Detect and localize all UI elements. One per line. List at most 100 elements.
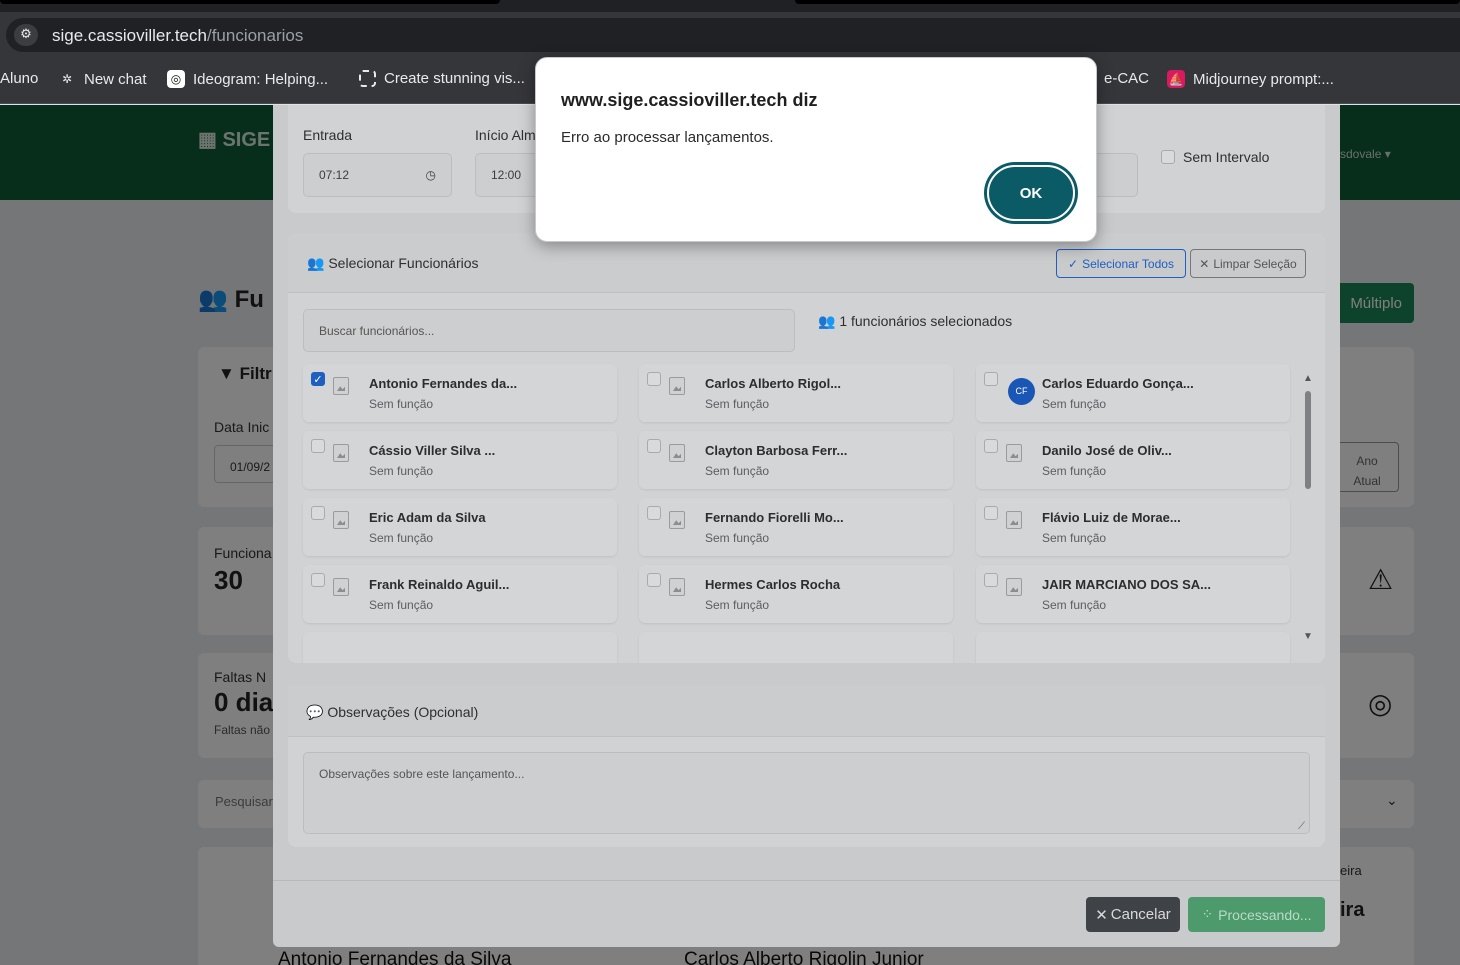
selecionar-todos-button[interactable]: ✓ Selecionar Todos xyxy=(1056,249,1186,278)
broken-image-icon xyxy=(1006,511,1022,529)
ok-button[interactable]: OK xyxy=(987,165,1075,221)
bookmark-ecac[interactable]: e-CAC xyxy=(1104,70,1149,87)
employee-option[interactable]: CF Carlos Eduardo Gonça... Sem função xyxy=(976,364,1290,422)
ideogram-icon: ◎ xyxy=(167,70,185,88)
employee-checkbox[interactable] xyxy=(984,439,998,453)
scroll-down-icon[interactable]: ▼ xyxy=(1303,631,1313,642)
employee-name: Flávio Luiz de Morae... xyxy=(1042,510,1181,525)
bookmark-label: New chat xyxy=(84,70,147,88)
employee-checkbox[interactable] xyxy=(984,506,998,520)
inicio-almoco-value: 12:00 xyxy=(491,168,522,182)
employee-role: Sem função xyxy=(705,464,770,478)
broken-image-icon xyxy=(333,377,349,395)
employee-checkbox[interactable] xyxy=(647,506,661,520)
inicio-almoco-label: Início Alm xyxy=(475,127,536,143)
employee-role: Sem função xyxy=(369,464,434,478)
bookmark-label: Ideogram: Helping... xyxy=(193,70,329,88)
employee-option[interactable]: JAIR MARCIANO DOS SA... Sem função xyxy=(976,565,1290,623)
employee-name: Eric Adam da Silva xyxy=(369,510,486,525)
employee-role: Sem função xyxy=(369,531,434,545)
avatar: CF xyxy=(1008,378,1035,405)
clock-icon[interactable]: ◷ xyxy=(426,168,436,182)
employee-role: Sem função xyxy=(705,598,770,612)
observacoes-card: 💬 Observações (Opcional) Observações sob… xyxy=(288,685,1325,847)
employee-name: Fernando Fiorelli Mo... xyxy=(705,510,844,525)
alert-message: Erro ao processar lançamentos. xyxy=(561,129,774,146)
bookmark-midjourney[interactable]: ⛵ Midjourney prompt:... xyxy=(1167,70,1334,88)
select-title-label: Selecionar Funcionários xyxy=(328,255,479,271)
address-bar[interactable]: ⚙ sige.cassioviller.tech/funcionarios xyxy=(6,18,1460,52)
observacoes-textarea[interactable]: Observações sobre este lançamento... ⟋ xyxy=(303,752,1310,834)
card-header: 👥 Selecionar Funcionários ✓ Selecionar To… xyxy=(288,233,1325,293)
browser-toolbar: ⚙ sige.cassioviller.tech/funcionarios xyxy=(0,12,1460,54)
employee-checkbox[interactable]: ✓ xyxy=(311,372,325,386)
comment-icon: 💬 xyxy=(306,704,324,720)
browser-tab[interactable] xyxy=(0,0,500,4)
employee-option[interactable]: Flávio Luiz de Morae... Sem função xyxy=(976,498,1290,556)
url-host: sige.cassioviller.tech xyxy=(52,26,207,45)
broken-image-icon xyxy=(669,444,685,462)
selected-count: 👥 1 funcionários selecionados xyxy=(818,313,1012,330)
site-settings-icon[interactable]: ⚙ xyxy=(14,24,38,46)
broken-image-icon xyxy=(1006,444,1022,462)
employee-checkbox[interactable] xyxy=(311,506,325,520)
entrada-value: 07:12 xyxy=(319,168,350,182)
bookmark-create-stunning[interactable]: Create stunning vis... xyxy=(359,70,525,87)
buscar-funcionarios-input[interactable]: Buscar funcionários... xyxy=(303,309,795,352)
employee-option[interactable]: Frank Reinaldo Aguil... Sem função xyxy=(303,565,617,623)
bookmark-ideogram[interactable]: ◎ Ideogram: Helping... xyxy=(167,70,328,88)
limpar-selecao-button[interactable]: ✕ Limpar Seleção xyxy=(1190,249,1306,278)
employee-option[interactable] xyxy=(639,632,953,663)
processando-button[interactable]: ⁘ Processando... xyxy=(1188,897,1325,932)
employee-option[interactable] xyxy=(303,632,617,663)
broken-image-icon xyxy=(1006,578,1022,596)
employee-checkbox[interactable] xyxy=(311,439,325,453)
select-title: 👥 Selecionar Funcionários xyxy=(307,255,479,272)
cancelar-button[interactable]: ✕ Cancelar xyxy=(1086,897,1180,932)
employee-name: JAIR MARCIANO DOS SA... xyxy=(1042,577,1212,592)
browser-tab[interactable] xyxy=(795,0,1460,4)
employee-role: Sem função xyxy=(1042,464,1107,478)
employee-checkbox[interactable] xyxy=(647,439,661,453)
midjourney-icon: ⛵ xyxy=(1167,70,1185,88)
employee-option[interactable] xyxy=(976,632,1290,663)
bookmark-label: e-CAC xyxy=(1104,70,1150,87)
employee-checkbox[interactable] xyxy=(647,573,661,587)
bookmark-new-chat[interactable]: ✲ New chat xyxy=(58,70,147,88)
employee-checkbox[interactable] xyxy=(311,573,325,587)
employee-option[interactable]: Danilo José de Oliv... Sem função xyxy=(976,431,1290,489)
entrada-input[interactable]: 07:12 ◷ xyxy=(303,153,452,197)
employee-option[interactable]: Clayton Barbosa Ferr... Sem função xyxy=(639,431,953,489)
employee-name: Carlos Alberto Rigol... xyxy=(705,376,842,391)
selected-count-label: 1 funcionários selecionados xyxy=(839,313,1013,329)
employee-name: Antonio Fernandes da... xyxy=(369,376,518,391)
button-label: Cancelar xyxy=(1110,906,1171,923)
employee-option[interactable]: Cássio Viller Silva ... Sem função xyxy=(303,431,617,489)
employee-checkbox[interactable] xyxy=(984,573,998,587)
url-text[interactable]: sige.cassioviller.tech/funcionarios xyxy=(52,26,303,46)
obs-placeholder: Observações sobre este lançamento... xyxy=(319,767,525,781)
scrollbar[interactable]: ▲ ▼ xyxy=(1303,373,1313,643)
employee-name: Clayton Barbosa Ferr... xyxy=(705,443,848,458)
employee-checkbox[interactable] xyxy=(647,372,661,386)
bookmark-aluno[interactable]: Aluno xyxy=(0,70,38,87)
sem-intervalo-checkbox[interactable] xyxy=(1161,150,1175,164)
broken-image-icon xyxy=(669,377,685,395)
scrollbar-thumb[interactable] xyxy=(1305,391,1311,489)
employee-option[interactable]: Hermes Carlos Rocha Sem função xyxy=(639,565,953,623)
employee-checkbox[interactable] xyxy=(984,372,998,386)
resize-handle-icon[interactable]: ⟋ xyxy=(1298,821,1305,832)
broken-image-icon xyxy=(333,511,349,529)
employee-role: Sem função xyxy=(1042,397,1107,411)
browser-tab-strip xyxy=(0,0,1460,12)
employee-option[interactable]: Carlos Alberto Rigol... Sem função xyxy=(639,364,953,422)
selecionar-funcionarios-card: 👥 Selecionar Funcionários ✓ Selecionar To… xyxy=(288,233,1325,663)
button-label: Selecionar Todos xyxy=(1082,256,1174,271)
employee-option[interactable]: Fernando Fiorelli Mo... Sem função xyxy=(639,498,953,556)
employee-role: Sem função xyxy=(705,397,770,411)
employee-option[interactable]: Eric Adam da Silva Sem função xyxy=(303,498,617,556)
employee-option[interactable]: ✓ Antonio Fernandes da... Sem função xyxy=(303,364,617,422)
scroll-up-icon[interactable]: ▲ xyxy=(1303,373,1313,384)
alert-title: www.sige.cassioviller.tech diz xyxy=(561,90,818,110)
users-icon: 👥 xyxy=(818,314,836,330)
